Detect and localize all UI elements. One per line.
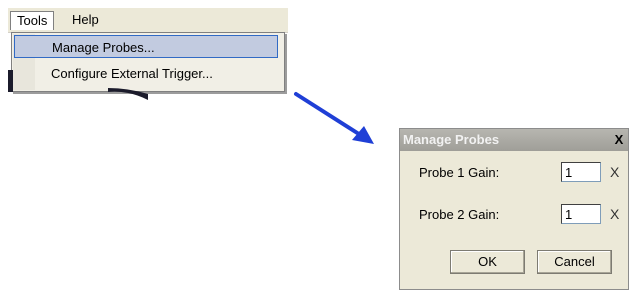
tools-menu-area: Tools Help Manage Probes... Configure Ex… <box>8 8 288 100</box>
dialog-titlebar[interactable]: Manage Probes X <box>400 129 628 151</box>
probe-1-gain-label: Probe 1 Gain: <box>419 165 500 180</box>
probe-2-gain-label: Probe 2 Gain: <box>419 207 500 222</box>
tools-dropdown: Manage Probes... Configure External Trig… <box>11 32 285 92</box>
probe-1-unit: X <box>610 164 620 180</box>
ok-button[interactable]: OK <box>450 250 525 274</box>
menu-bar: Tools Help <box>8 8 288 33</box>
probe-1-gain-input[interactable] <box>561 162 601 182</box>
dialog-title: Manage Probes <box>403 132 500 147</box>
menu-help[interactable]: Help <box>66 11 105 29</box>
close-icon[interactable]: X <box>612 132 626 147</box>
probe-2-unit: X <box>610 206 620 222</box>
background-window-curve <box>108 88 148 100</box>
manage-probes-dialog: Manage Probes X Probe 1 Gain: X Probe 2 … <box>399 128 629 290</box>
background-window-edge <box>8 70 13 92</box>
probe-2-gain-input[interactable] <box>561 204 601 224</box>
menu-item-manage-probes[interactable]: Manage Probes... <box>14 35 278 58</box>
cancel-button[interactable]: Cancel <box>537 250 612 274</box>
menu-item-configure-external-trigger[interactable]: Configure External Trigger... <box>14 62 278 85</box>
pointer-arrow-icon <box>294 92 374 144</box>
menu-tools[interactable]: Tools <box>10 11 55 30</box>
